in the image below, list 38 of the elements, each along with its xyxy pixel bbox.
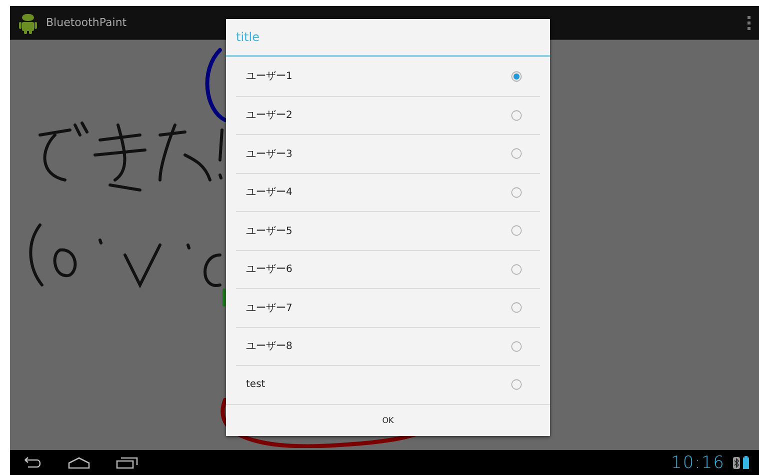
option-row[interactable]: ユーザー8 bbox=[236, 326, 540, 365]
radio-button[interactable] bbox=[511, 70, 522, 82]
option-label: ユーザー3 bbox=[246, 148, 292, 161]
dialog-title: title bbox=[226, 19, 550, 57]
option-label: test bbox=[246, 379, 266, 390]
app-title: BluetoothPaint bbox=[46, 16, 128, 29]
option-row[interactable]: ユーザー7 bbox=[236, 288, 540, 326]
option-label: ユーザー1 bbox=[246, 70, 292, 84]
radio-button[interactable] bbox=[511, 186, 522, 198]
option-row[interactable]: ユーザー3 bbox=[236, 134, 540, 172]
radio-button[interactable] bbox=[511, 225, 522, 236]
radio-button[interactable] bbox=[511, 148, 522, 160]
radio-button[interactable] bbox=[511, 340, 522, 352]
option-row[interactable]: ユーザー6 bbox=[236, 250, 540, 288]
option-row[interactable]: ユーザー2 bbox=[236, 96, 540, 134]
radio-button[interactable] bbox=[511, 110, 522, 121]
option-label: ユーザー4 bbox=[246, 186, 292, 200]
option-label: ユーザー5 bbox=[246, 224, 292, 238]
battery-icon bbox=[743, 456, 749, 469]
ok-button[interactable]: OK bbox=[226, 404, 550, 436]
clock-time: 10:16 bbox=[671, 452, 725, 472]
bluetooth-icon bbox=[733, 456, 740, 468]
option-label: ユーザー6 bbox=[246, 263, 292, 276]
recent-apps-icon[interactable] bbox=[116, 456, 138, 468]
radio-button[interactable] bbox=[511, 379, 522, 390]
home-icon[interactable] bbox=[68, 456, 90, 468]
android-robot-icon bbox=[18, 12, 38, 34]
option-label: ユーザー2 bbox=[246, 109, 292, 122]
mark-stroke bbox=[222, 288, 226, 306]
back-icon[interactable] bbox=[22, 456, 42, 468]
option-row[interactable]: ユーザー4 bbox=[236, 172, 540, 211]
option-label: ユーザー7 bbox=[246, 302, 292, 315]
option-row[interactable]: ユーザー5 bbox=[236, 211, 540, 250]
option-row[interactable]: ユーザー1 bbox=[236, 57, 540, 96]
overflow-menu-icon[interactable] bbox=[747, 16, 751, 30]
radio-button[interactable] bbox=[511, 264, 522, 275]
radio-button[interactable] bbox=[511, 302, 522, 314]
option-label: ユーザー8 bbox=[246, 340, 292, 354]
